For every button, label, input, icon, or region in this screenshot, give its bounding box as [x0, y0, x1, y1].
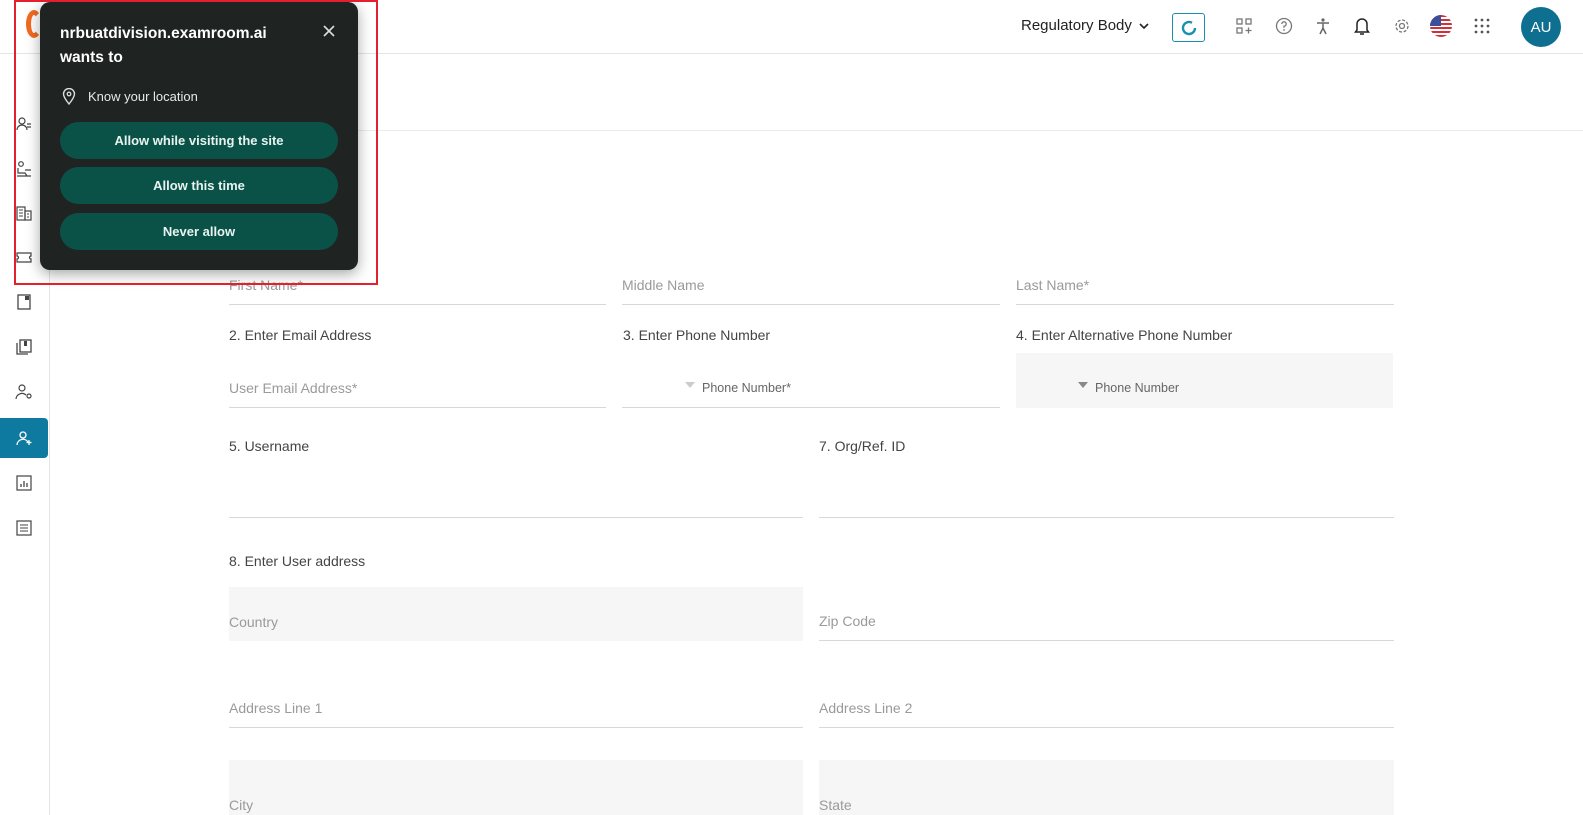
alt-country-code-dropdown-icon[interactable] — [1078, 382, 1088, 388]
role-selector-label: Regulatory Body — [1021, 17, 1132, 34]
sidebar-item-user-settings[interactable] — [0, 372, 48, 412]
never-allow-button[interactable]: Never allow — [60, 213, 338, 250]
country-field[interactable]: Country — [229, 587, 803, 641]
student-desk-icon — [17, 161, 31, 177]
chevron-down-icon — [1139, 22, 1149, 29]
address-label: 8. Enter User address — [229, 553, 366, 569]
org-id-field[interactable] — [819, 478, 1394, 518]
ticket-icon — [16, 252, 32, 263]
close-icon[interactable] — [320, 22, 338, 40]
role-selector[interactable]: Regulatory Body — [1021, 17, 1150, 34]
email-field[interactable]: User Email Address* — [229, 368, 606, 408]
country-code-dropdown-icon[interactable] — [685, 382, 695, 388]
phone-placeholder: Phone Number* — [702, 381, 791, 395]
books-icon — [16, 339, 32, 355]
last-name-placeholder: Last Name* — [1016, 277, 1090, 293]
sidebar-item-forms[interactable] — [0, 282, 48, 322]
location-pin-icon — [62, 88, 76, 105]
user-gear-icon — [15, 384, 32, 400]
zip-code-field[interactable]: Zip Code — [819, 601, 1394, 641]
phone-label: 3. Enter Phone Number — [623, 327, 771, 343]
users-icon — [16, 117, 31, 131]
address-line-2-field[interactable]: Address Line 2 — [819, 688, 1394, 728]
phone-field[interactable]: Phone Number* — [622, 368, 1000, 408]
state-field[interactable]: State — [819, 760, 1394, 815]
username-field[interactable] — [229, 478, 803, 518]
address-line-1-placeholder: Address Line 1 — [229, 700, 323, 716]
refresh-icon — [1181, 20, 1196, 35]
city-placeholder: City — [229, 797, 254, 813]
org-id-label: 7. Org/Ref. ID — [819, 438, 906, 454]
sidebar-item-library[interactable] — [0, 327, 48, 367]
help-icon[interactable] — [1273, 15, 1295, 37]
list-document-icon — [16, 520, 32, 536]
allow-while-visiting-button[interactable]: Allow while visiting the site — [60, 122, 338, 159]
us-flag-icon[interactable] — [1430, 15, 1452, 37]
form-icon — [17, 294, 31, 310]
sidebar-item-reports[interactable] — [0, 463, 48, 503]
report-chart-icon — [16, 475, 32, 491]
avatar-initials: AU — [1530, 18, 1552, 36]
email-label: 2. Enter Email Address — [229, 327, 372, 343]
alt-phone-label: 4. Enter Alternative Phone Number — [1016, 327, 1233, 343]
sidebar-item-add-user[interactable] — [0, 418, 48, 458]
email-placeholder: User Email Address* — [229, 380, 358, 396]
first-name-placeholder: First Name* — [229, 277, 303, 293]
alt-phone-field[interactable]: Phone Number — [1016, 353, 1393, 408]
username-label: 5. Username — [229, 438, 310, 454]
refresh-button[interactable] — [1172, 13, 1205, 42]
middle-name-placeholder: Middle Name — [622, 277, 705, 293]
first-name-field[interactable]: First Name* — [229, 265, 606, 305]
location-permission-popup: nrbuatdivision.examroom.ai wants to Know… — [40, 2, 358, 270]
notification-bell-icon[interactable] — [1351, 15, 1373, 37]
alt-phone-placeholder: Phone Number — [1095, 381, 1180, 395]
country-placeholder: Country — [229, 614, 279, 630]
address-line-2-placeholder: Address Line 2 — [819, 700, 913, 716]
settings-gear-icon[interactable] — [1391, 15, 1413, 37]
building-icon — [16, 206, 32, 221]
state-placeholder: State — [819, 797, 852, 813]
sidebar-item-logs[interactable] — [0, 508, 48, 548]
allow-this-time-button[interactable]: Allow this time — [60, 167, 338, 204]
apps-grid-icon[interactable] — [1471, 15, 1493, 37]
accessibility-icon[interactable] — [1312, 15, 1334, 37]
widgets-icon[interactable] — [1233, 15, 1255, 37]
last-name-field[interactable]: Last Name* — [1016, 265, 1394, 305]
city-field[interactable]: City — [229, 760, 803, 815]
popup-title: nrbuatdivision.examroom.ai wants to — [60, 25, 267, 66]
permission-text: Know your location — [88, 89, 198, 104]
add-user-icon — [16, 431, 32, 446]
middle-name-field[interactable]: Middle Name — [622, 265, 1000, 305]
zip-code-placeholder: Zip Code — [819, 613, 876, 629]
user-avatar[interactable]: AU — [1521, 7, 1561, 47]
address-line-1-field[interactable]: Address Line 1 — [229, 688, 803, 728]
permission-row: Know your location — [62, 88, 198, 105]
